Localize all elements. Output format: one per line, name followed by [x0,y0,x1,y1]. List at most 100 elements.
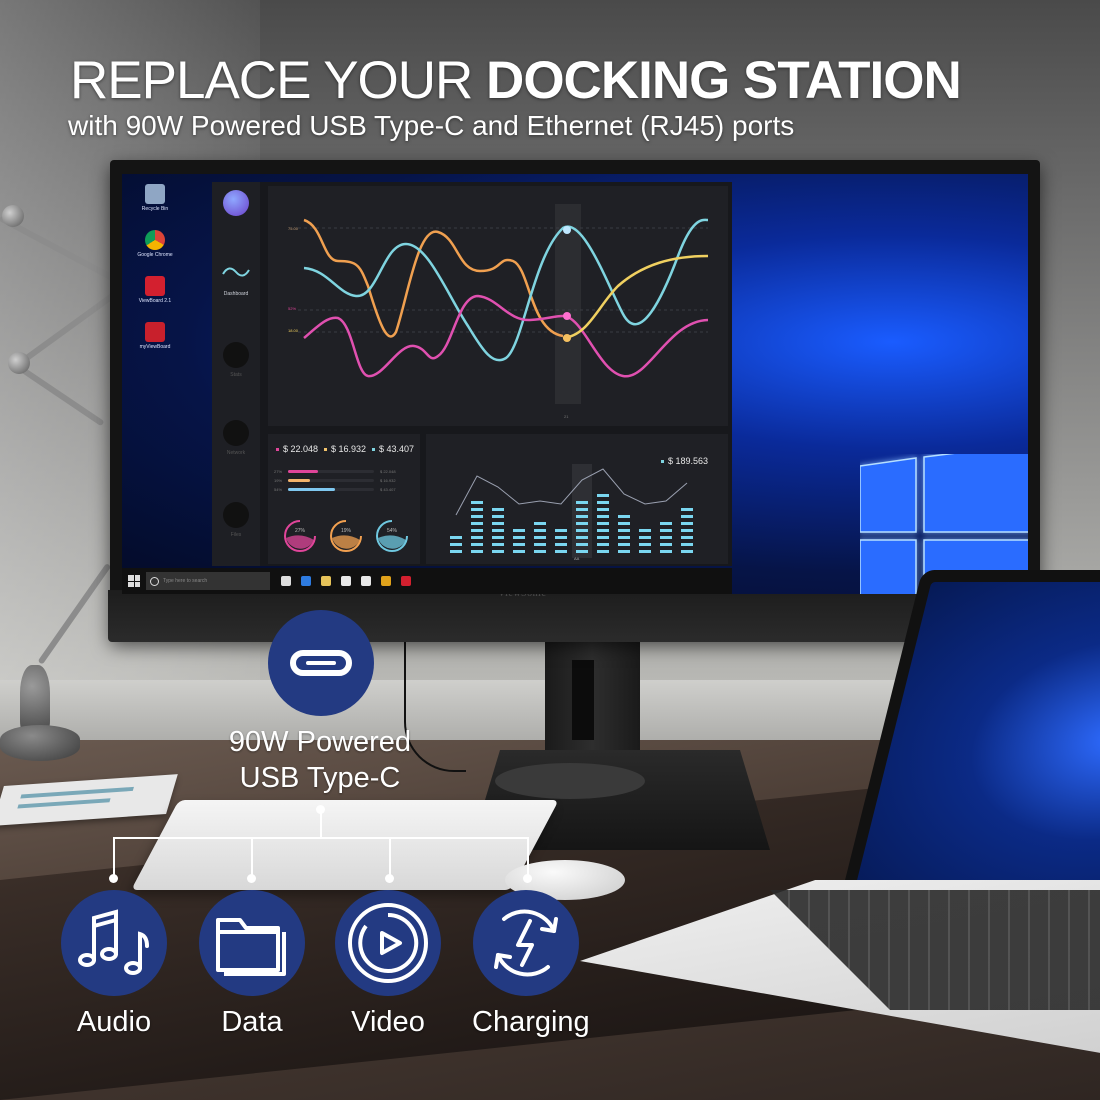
donut-label: 54% [387,528,398,534]
equalizer-segment [471,529,483,532]
equalizer-segment [597,550,609,553]
charging-cycle-icon [494,909,558,977]
store-icon[interactable] [341,576,351,586]
recycle-bin-icon [145,184,165,204]
donut-chart: 27% [284,520,316,552]
bar-percent-label: 54% [274,487,283,492]
equalizer-segment [492,508,504,511]
line-chart-panel: 75.00 52% 18.00 21 [268,186,728,426]
equalizer-segment [471,550,483,553]
equalizer-segment [597,529,609,532]
sidebar-item-dashboard[interactable]: Dashboard [218,262,254,297]
equalizer-segment [492,515,504,518]
equalizer-chart [450,464,693,558]
monitor-screen: Recycle Bin Google Chrome ViewBoard 2.1 … [122,174,1028,594]
myviewboard-icon [145,322,165,342]
equalizer-segment [576,550,588,553]
equalizer-segment [576,508,588,511]
myviewboard-icon[interactable] [401,576,411,586]
equalizer-segment [618,550,630,553]
desktop-icon-myviewboard[interactable]: myViewBoard [130,322,180,350]
equalizer-segment [555,543,567,546]
equalizer-segment [534,536,546,539]
windows-taskbar: Type here to search [122,568,732,594]
circle-icon [223,420,249,446]
desktop-icon-recycle-bin[interactable]: Recycle Bin [130,184,180,212]
equalizer-segment [597,536,609,539]
folder-icon [216,918,286,976]
equalizer-segment [576,522,588,525]
profile-orb-icon [223,190,249,216]
equalizer-segment [450,543,462,546]
equalizer-segment [597,508,609,511]
equalizer-segment [681,508,693,511]
equalizer-panel: $ 189.563 AA [426,434,728,564]
file-explorer-icon[interactable] [321,576,331,586]
usb-c-icon [290,650,352,676]
sidebar-item-stats[interactable]: Stats [218,342,254,378]
equalizer-segment [492,550,504,553]
feature-charging: Charging [472,890,590,1039]
equalizer-segment [471,508,483,511]
dashboard-app-window: Dashboard Stats Network Files 75.00 52% … [212,182,732,566]
bar-percent-label: 27% [274,469,283,474]
bar-value-label: $ 43.407 [380,487,396,492]
viewboard-icon [145,276,165,296]
mail-icon[interactable] [361,576,371,586]
bar-percent-label: 19% [274,478,283,483]
scene-background: ViewSonic Recycle Bin Google Chrome [0,0,1100,1100]
desktop-icon-viewboard[interactable]: ViewBoard 2.1 [130,276,180,304]
equalizer-segment [660,550,672,553]
equalizer-segment [492,543,504,546]
equalizer-segment [597,515,609,518]
equalizer-segment [471,501,483,504]
bar-value-label: $ 22.048 [380,469,396,474]
equalizer-segment [471,536,483,539]
equalizer-segment [555,536,567,539]
equalizer-segment [576,529,588,532]
equalizer-segment [555,550,567,553]
taskbar-apps [276,576,416,586]
chrome-icon [145,230,165,250]
music-notes-icon [78,909,149,975]
edge-icon[interactable] [301,576,311,586]
equalizer-segment [660,522,672,525]
sidebar-item-profile[interactable] [218,190,254,216]
bar-value-label: $ 16.932 [380,478,396,483]
sidebar-item-files[interactable]: Files [218,502,254,538]
subheadline: with 90W Powered USB Type-C and Ethernet… [68,110,795,141]
sidebar-item-network[interactable]: Network [218,420,254,456]
desktop-icon-chrome[interactable]: Google Chrome [130,230,180,258]
headline-prefix: REPLACE YOUR [70,51,487,110]
equalizer-segment [639,543,651,546]
equalizer-segment [660,543,672,546]
equalizer-segment [681,536,693,539]
equalizer-segment [450,550,462,553]
donut-chart: 54% [376,520,408,552]
highlight-point-yellow [563,334,571,342]
trend-line [455,468,688,516]
donut-label: 19% [341,528,352,534]
summary-value-1: $ 22.048 [276,444,318,454]
highlight-point-cyan [563,226,571,234]
equalizer-segment [513,550,525,553]
donut-label: 27% [295,528,306,534]
equalizer-segment [618,543,630,546]
equalizer-segment [534,550,546,553]
progress-bar [288,470,319,473]
equalizer-segment [681,515,693,518]
equalizer-segment [681,550,693,553]
start-button[interactable] [128,575,140,587]
equalizer-segment [618,522,630,525]
taskbar-search[interactable]: Type here to search [146,572,270,590]
equalizer-segment [618,529,630,532]
equalizer-segment [576,536,588,539]
task-view-icon[interactable] [281,576,291,586]
equalizer-segment [513,536,525,539]
equalizer-segment [639,550,651,553]
equalizer-segment [660,536,672,539]
equalizer-segment [534,522,546,525]
feature-video: Video [334,890,442,1039]
chrome-icon[interactable] [381,576,391,586]
stand-cable-slot [572,660,594,740]
